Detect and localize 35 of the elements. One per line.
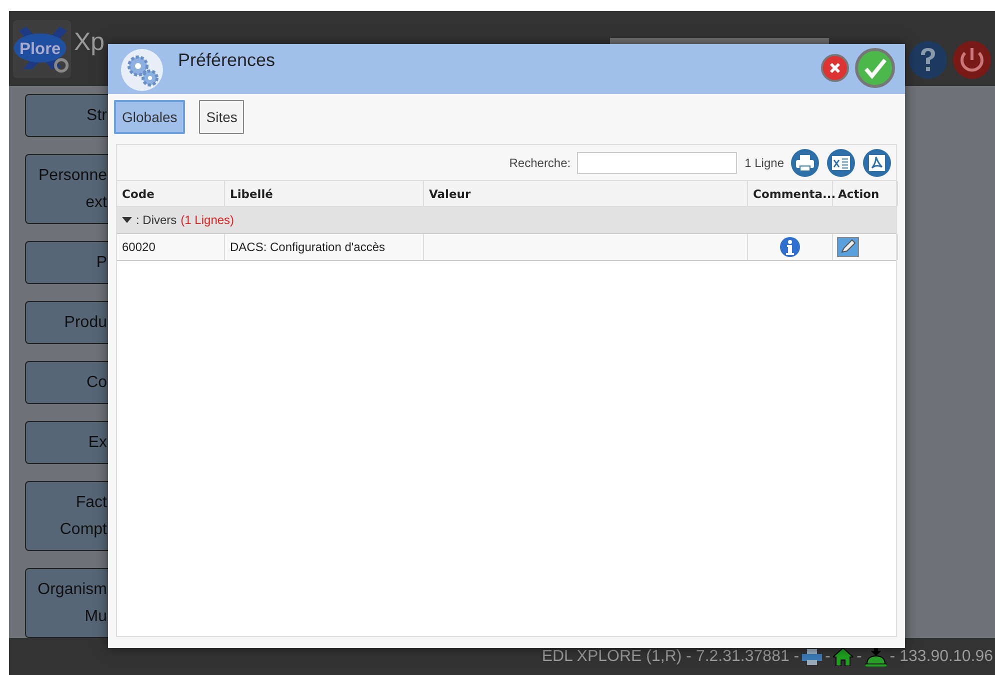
group-count: (1 Lignes) [180,213,234,227]
status-text: EDL XPLORE (1,R) - 7.2.31.37881 - [542,648,800,666]
help-icon[interactable] [909,41,947,79]
printer-icon [802,648,822,664]
gears-icon [120,48,164,92]
status-text: - 133.90.10.96 [890,648,993,666]
column-header[interactable]: Libellé [225,181,424,206]
group-label: : Divers [136,213,177,227]
column-header[interactable]: Commenta... [748,181,833,206]
column-header[interactable]: Valeur [424,181,748,206]
print-icon[interactable] [790,148,820,178]
table-cell: 60020 [117,234,225,260]
app-title: Xp [74,28,105,57]
confirm-check-icon[interactable] [855,48,895,88]
column-header[interactable]: Code [117,181,225,206]
pdf-export-icon[interactable] [862,148,892,178]
status-text: - [856,648,862,666]
spreadsheet-export-icon[interactable] [826,148,856,178]
caret-icon[interactable] [122,216,132,224]
download-bell-icon [864,646,887,666]
table-cell: DACS: Configuration d'accès [225,234,424,260]
close-icon[interactable] [821,54,849,82]
row-count: 1 Ligne [744,156,784,170]
info-icon[interactable] [780,237,800,257]
edit-pencil-icon[interactable] [837,237,859,257]
logo-icon: Plore [13,20,71,78]
power-icon[interactable] [953,41,991,79]
tab[interactable]: Sites [199,100,244,134]
column-header[interactable]: Action [833,181,898,206]
search-label: Recherche: [509,156,571,170]
status-text: - [825,648,830,666]
group-row[interactable]: : Divers (1 Lignes) [117,207,896,234]
home-icon [833,648,854,666]
dialog-title: Préférences [178,50,276,71]
tab[interactable]: Globales [114,100,186,134]
